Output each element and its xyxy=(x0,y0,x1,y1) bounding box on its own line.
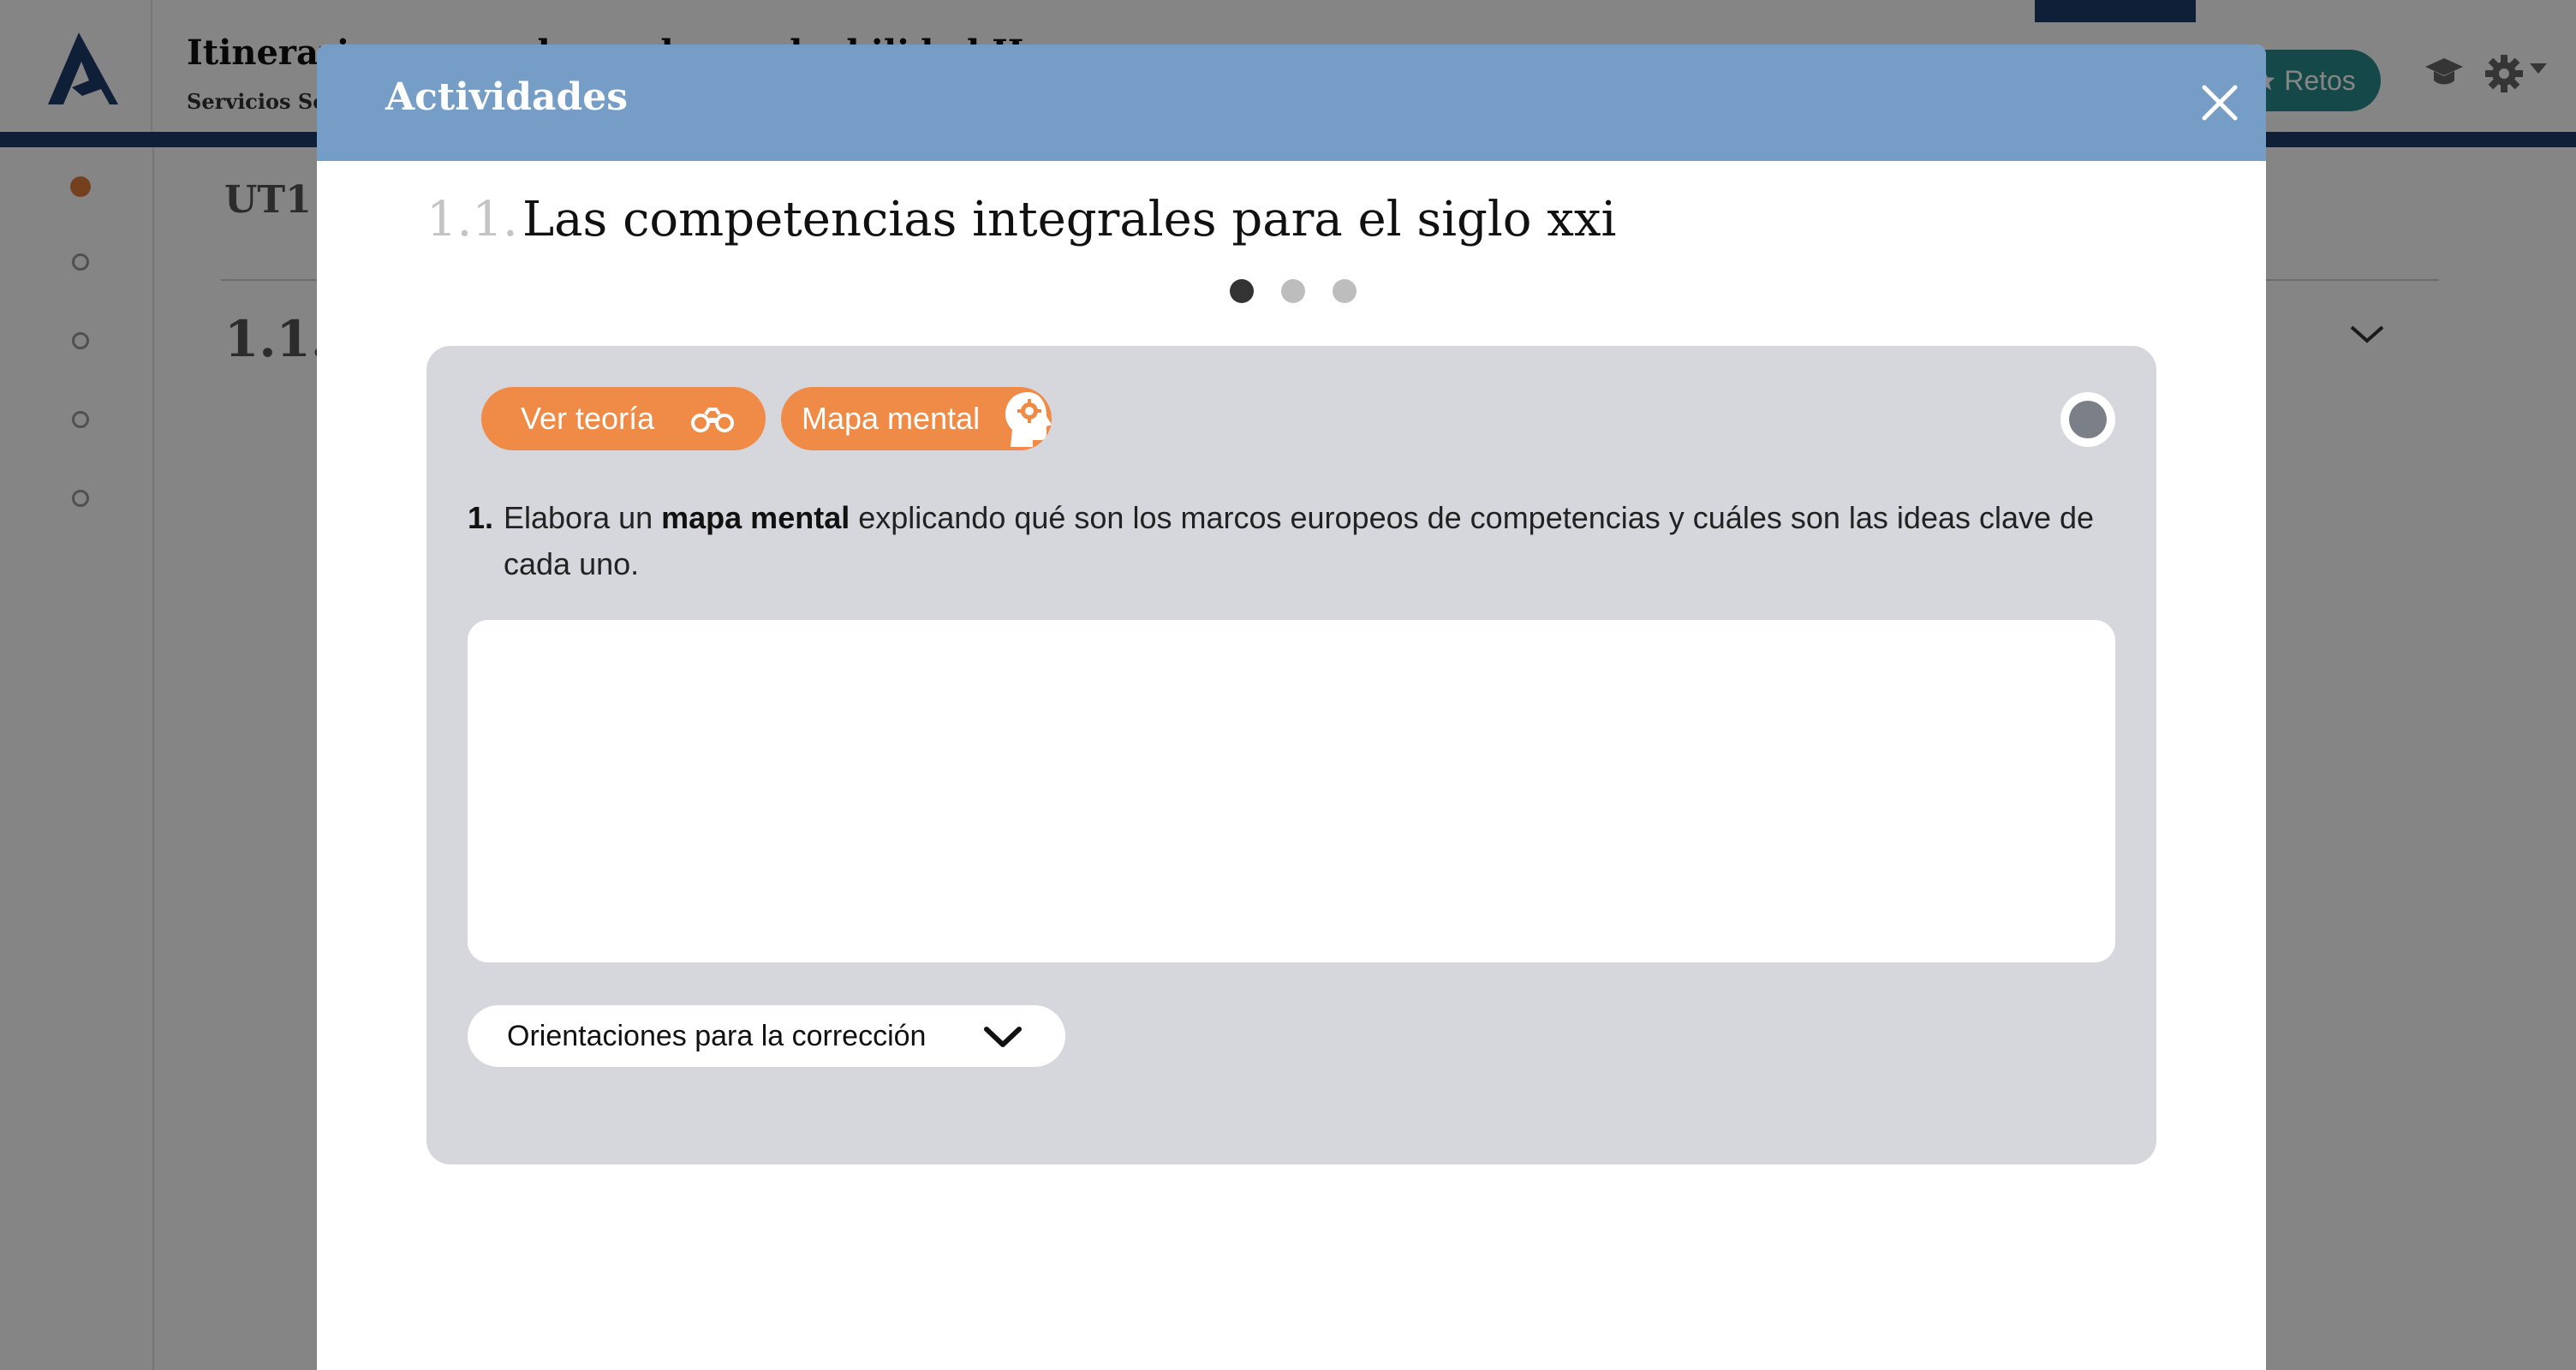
close-icon xyxy=(2202,85,2238,121)
activity-card: Ver teoría Mapa mental 1. Elabora un map… xyxy=(426,346,2156,1164)
correction-guidelines-toggle[interactable]: Orientaciones para la corrección xyxy=(468,1005,1065,1067)
modal-title: Actividades xyxy=(385,75,629,119)
chevron-down-icon xyxy=(984,1027,1022,1047)
mind-map-label: Mapa mental xyxy=(802,401,981,436)
correction-guidelines-label: Orientaciones para la corrección xyxy=(507,1019,927,1052)
view-theory-button[interactable]: Ver teoría xyxy=(481,387,766,450)
status-circle-fill xyxy=(2069,401,2107,438)
pager-dot-2[interactable] xyxy=(1281,279,1305,303)
modal-header: Actividades xyxy=(317,45,2266,161)
head-gear-icon xyxy=(1005,392,1052,447)
pager-dot-3[interactable] xyxy=(1333,279,1357,303)
activity-number: 1.1. xyxy=(426,192,518,247)
activity-title: Las competencias integrales para el sigl… xyxy=(522,192,1617,247)
pager-dot-1[interactable] xyxy=(1230,279,1254,303)
question-number: 1. xyxy=(468,500,494,535)
question-prompt: 1. Elabora un mapa mental explicando qué… xyxy=(468,495,2120,587)
view-theory-label: Ver teoría xyxy=(521,401,655,436)
activity-pager xyxy=(1230,279,1357,305)
close-button[interactable] xyxy=(2197,80,2242,125)
activities-modal: Actividades 1.1. Las competencias integr… xyxy=(317,45,2266,1370)
question-text-bold: mapa mental xyxy=(661,500,850,535)
binoculars-icon xyxy=(691,408,734,432)
answer-textarea[interactable] xyxy=(468,620,2115,962)
completion-status-indicator xyxy=(2060,392,2115,447)
question-text: Elabora un mapa mental explicando qué so… xyxy=(504,495,2120,587)
question-text-start: Elabora un xyxy=(504,500,662,535)
activity-heading: 1.1. Las competencias integrales para el… xyxy=(426,192,1616,247)
mind-map-button[interactable]: Mapa mental xyxy=(781,387,1052,450)
